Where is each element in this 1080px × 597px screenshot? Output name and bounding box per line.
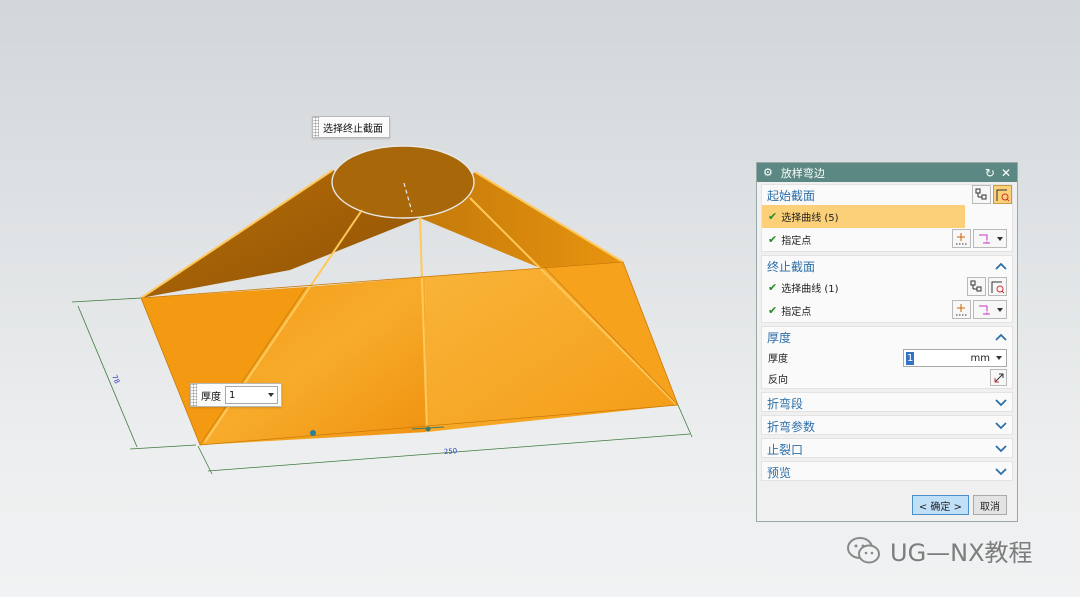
check-icon: ✔	[768, 233, 778, 246]
group-start-section: 起始截面 ✔ 选择曲线 (5) ✔ 指定点	[761, 184, 1013, 252]
start-specify-point-label: 指定点	[781, 236, 812, 247]
check-icon: ✔	[768, 210, 778, 223]
chevron-down-icon[interactable]	[995, 444, 1007, 454]
callout-thickness-label: 厚度	[201, 391, 221, 403]
group-bend-parameters-header[interactable]: 折弯参数	[762, 416, 1012, 436]
group-end-section: 终止截面 ✔ 选择曲线 (1) ✔ 指定点	[761, 255, 1013, 323]
dropdown-caret-icon	[996, 307, 1003, 312]
dropdown-caret-icon	[996, 236, 1003, 241]
group-thickness-header[interactable]: 厚度	[762, 327, 1012, 347]
chevron-up-icon[interactable]	[995, 332, 1007, 342]
anchor-point[interactable]	[310, 430, 316, 436]
cancel-button[interactable]: 取消	[973, 495, 1007, 515]
start-specify-point-row[interactable]: ✔ 指定点	[762, 228, 1012, 251]
group-bend-segment[interactable]: 折弯段	[761, 392, 1013, 412]
end-select-curve-row[interactable]: ✔ 选择曲线 (1)	[762, 276, 1012, 299]
dropdown-caret-icon[interactable]	[996, 356, 1002, 360]
watermark-text: UG—NX教程	[890, 539, 1033, 567]
start-select-curve-row[interactable]: ✔ 选择曲线 (5)	[762, 205, 965, 228]
thickness-value: 1	[906, 351, 915, 365]
chevron-down-icon[interactable]	[995, 467, 1007, 477]
origin-point[interactable]	[425, 426, 431, 432]
close-icon[interactable]: ✕	[1001, 166, 1011, 180]
end-section-callout[interactable]: 选择终止截面	[312, 116, 390, 138]
group-relief-header[interactable]: 止裂口	[762, 439, 1012, 459]
reverse-label: 反向	[768, 374, 788, 386]
dimension-left-text[interactable]: 78	[110, 374, 121, 385]
group-start-section-title: 起始截面	[767, 188, 816, 203]
watermark: UG—NX教程	[846, 533, 1033, 568]
dialog-title: 放样弯边	[780, 166, 825, 180]
reverse-row: 反向	[762, 368, 1012, 388]
reset-icon[interactable]: ↻	[985, 166, 995, 180]
thickness-unit: mm	[970, 352, 990, 364]
callout-thickness-value: 1	[229, 389, 236, 401]
point-dialog-icon[interactable]	[952, 300, 971, 319]
callout-thickness-input[interactable]: 1	[225, 386, 278, 404]
group-thickness-title: 厚度	[767, 330, 792, 345]
check-icon: ✔	[768, 304, 778, 317]
group-end-section-header[interactable]: 终止截面	[762, 256, 1012, 276]
dropdown-caret-icon	[268, 393, 274, 397]
group-preview-header[interactable]: 预览	[762, 462, 1012, 482]
callout-grip[interactable]	[313, 117, 319, 137]
curve-rule-icon[interactable]	[972, 185, 991, 204]
point-type-dropdown[interactable]	[973, 229, 1007, 248]
ok-button[interactable]: < 确定 >	[911, 495, 969, 515]
check-icon: ✔	[768, 281, 778, 294]
callout-end-text: 选择终止截面	[323, 123, 383, 135]
start-point-tools	[952, 229, 1007, 248]
group-preview-title: 预览	[767, 465, 792, 480]
chevron-down-icon[interactable]	[995, 398, 1007, 408]
group-bend-segment-title: 折弯段	[767, 396, 804, 411]
group-preview[interactable]: 预览	[761, 461, 1013, 481]
group-bend-segment-header[interactable]: 折弯段	[762, 393, 1012, 413]
dialog-footer: < 确定 > 取消	[911, 495, 1007, 515]
group-bend-parameters[interactable]: 折弯参数	[761, 415, 1013, 435]
end-curve-tools	[967, 277, 1007, 296]
curve-rule-icon[interactable]	[967, 277, 986, 296]
callout-grip[interactable]	[191, 384, 197, 406]
point-dialog-icon[interactable]	[952, 229, 971, 248]
top-circular-section[interactable]	[331, 145, 475, 219]
reverse-direction-icon[interactable]	[990, 369, 1007, 386]
loft-flange-dialog: ⚙ 放样弯边 ↻ ✕ 起始截面 ✔ 选择曲线 (5) ✔ 指定点 终止截面 ✔ …	[756, 162, 1018, 522]
group-relief[interactable]: 止裂口	[761, 438, 1013, 458]
group-thickness: 厚度 厚度 1 mm 反向	[761, 326, 1013, 389]
group-relief-title: 止裂口	[767, 442, 804, 457]
thickness-label: 厚度	[768, 354, 788, 365]
thickness-input[interactable]: 1 mm	[903, 349, 1007, 367]
wechat-logo-icon	[847, 536, 880, 563]
section-builder-icon[interactable]	[988, 277, 1007, 296]
section-builder-icon[interactable]	[993, 185, 1012, 204]
thickness-callout[interactable]: 厚度 1	[190, 383, 282, 407]
end-specify-point-row[interactable]: ✔ 指定点	[762, 299, 1012, 322]
end-select-curve-label: 选择曲线 (1)	[781, 284, 839, 295]
group-bend-parameters-title: 折弯参数	[767, 419, 816, 434]
group-end-section-title: 终止截面	[767, 259, 816, 274]
start-curve-tools	[972, 185, 1012, 204]
chevron-down-icon[interactable]	[995, 421, 1007, 431]
start-select-curve-label: 选择曲线 (5)	[781, 213, 839, 224]
thickness-row: 厚度 1 mm	[762, 347, 1012, 368]
end-specify-point-label: 指定点	[781, 307, 812, 318]
dimension-bottom-text[interactable]: 250	[444, 447, 458, 456]
reverse-tools	[990, 369, 1007, 386]
point-type-dropdown[interactable]	[973, 300, 1007, 319]
dialog-title-bar[interactable]: ⚙ 放样弯边 ↻ ✕	[757, 163, 1017, 182]
chevron-up-icon[interactable]	[995, 261, 1007, 271]
gear-icon[interactable]: ⚙	[763, 166, 773, 179]
end-point-tools	[952, 300, 1007, 319]
